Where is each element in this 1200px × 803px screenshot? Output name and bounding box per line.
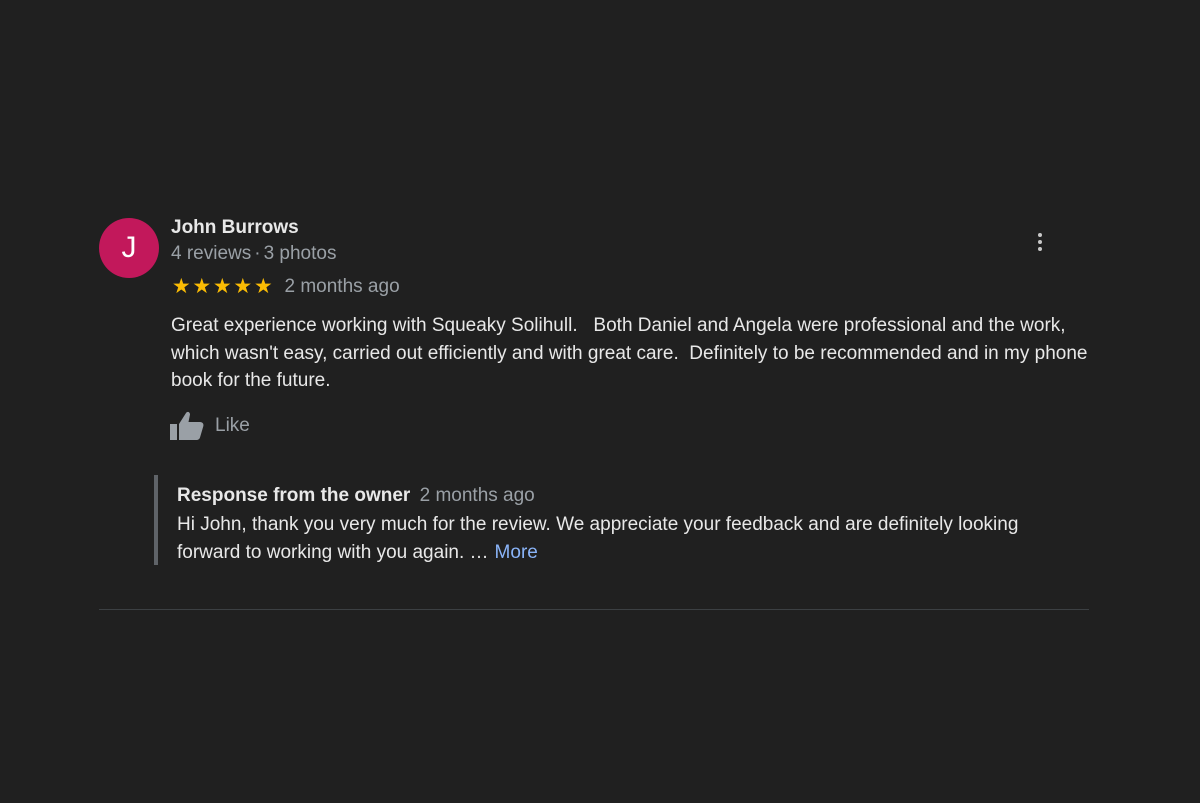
- like-button[interactable]: Like: [169, 410, 250, 442]
- like-label: Like: [215, 415, 250, 436]
- meta-separator: ·: [254, 243, 261, 264]
- star-icon: ★: [233, 275, 253, 298]
- star-rating: ★ ★ ★ ★ ★: [171, 275, 274, 299]
- more-vertical-icon-dot: [1038, 247, 1042, 251]
- owner-response-header: Response from the owner 2 months ago: [177, 484, 1077, 508]
- owner-response-title: Response from the owner: [177, 485, 411, 506]
- avatar[interactable]: J: [99, 218, 159, 278]
- more-link[interactable]: More: [495, 542, 538, 563]
- star-icon: ★: [212, 275, 232, 298]
- reviewer-name[interactable]: John Burrows: [171, 216, 299, 240]
- photos-count: 3 photos: [263, 243, 337, 264]
- more-vertical-icon-dot: [1038, 240, 1042, 244]
- star-icon: ★: [253, 275, 273, 298]
- more-options-button[interactable]: [1030, 230, 1050, 256]
- thumbs-up-icon: [170, 411, 204, 440]
- reviewer-meta: 4 reviews · 3 photos: [171, 242, 336, 266]
- review-time: 2 months ago: [284, 276, 400, 297]
- owner-response-text: Hi John, thank you very much for the rev…: [177, 514, 1019, 563]
- reviews-count: 4 reviews: [171, 243, 252, 264]
- owner-response: Response from the owner 2 months ago Hi …: [154, 475, 1077, 565]
- more-vertical-icon: [1038, 233, 1042, 237]
- rating-row: ★ ★ ★ ★ ★ 2 months ago: [171, 274, 400, 300]
- owner-response-text-block: Hi John, thank you very much for the rev…: [177, 511, 1077, 566]
- owner-response-time: 2 months ago: [419, 485, 535, 506]
- review-text: Great experience working with Squeaky So…: [171, 315, 1093, 391]
- star-icon: ★: [171, 275, 191, 298]
- star-icon: ★: [192, 275, 212, 298]
- divider: [99, 609, 1089, 610]
